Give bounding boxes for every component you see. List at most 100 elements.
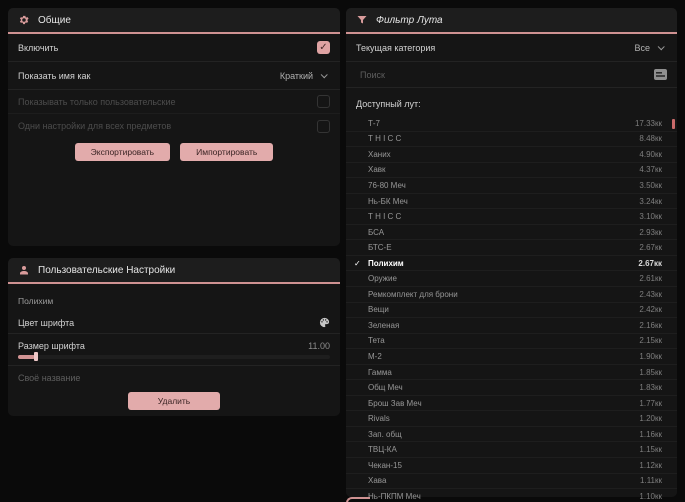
list-item[interactable]: ✓ Зап. общ 1.16кк xyxy=(346,427,677,443)
list-item[interactable]: ✓ Общ Меч 1.83кк xyxy=(346,380,677,396)
loot-filter-panel: Фильтр Лута Текущая категория Все Доступ… xyxy=(346,8,677,501)
list-item[interactable]: ✓ 76-80 Меч 3.50кк xyxy=(346,178,677,194)
loot-item-name: Общ Меч xyxy=(368,383,403,393)
loot-item-value: 1.12кк xyxy=(639,460,662,470)
loot-item-name: 76-80 Меч xyxy=(368,180,406,190)
show-name-value: Краткий xyxy=(279,70,313,81)
only-custom-checkbox[interactable] xyxy=(317,95,330,108)
list-item[interactable]: ✓ Хавк 4.37кк xyxy=(346,163,677,179)
font-color-label: Цвет шрифта xyxy=(18,317,75,328)
delete-row: Удалить xyxy=(8,392,340,410)
delete-button[interactable]: Удалить xyxy=(127,392,221,410)
list-item[interactable]: ✓ Нь-ПКПМ Меч 1.10кк xyxy=(346,489,677,502)
list-item[interactable]: ✓ Оружие 2.61кк xyxy=(346,271,677,288)
loot-item-value: 1.20кк xyxy=(639,414,662,424)
check-icon: ✓ xyxy=(354,258,361,268)
font-size-slider[interactable] xyxy=(18,352,330,361)
loot-item-value: 4.90кк xyxy=(639,149,662,159)
loot-item-name: Хава xyxy=(368,476,387,486)
loot-item-value: 2.43кк xyxy=(639,289,662,299)
custom-settings-title: Пользовательские Настройки xyxy=(38,264,176,276)
list-item[interactable]: ✓ Хава 1.11кк xyxy=(346,474,677,490)
loot-filter-title: Фильтр Лута xyxy=(376,14,443,26)
font-color-row: Цвет шрифта xyxy=(8,312,340,334)
mod-settings-window: Общие Включить ✓ Показать имя как Кратки… xyxy=(0,0,685,502)
list-item[interactable]: ✓ ТВЦ-КА 1.15кк xyxy=(346,442,677,459)
list-item[interactable]: ✓ Брош Зав Меч 1.77кк xyxy=(346,396,677,412)
same-settings-row: Одни настройки для всех предметов xyxy=(8,114,340,138)
loot-item-name: Тета xyxy=(368,336,385,346)
loot-item-name: Ремкомплект для брони xyxy=(368,289,458,299)
list-item[interactable]: ✓ Т-7 17.33кк xyxy=(346,116,677,132)
list-item[interactable]: ✓ М-2 1.90кк xyxy=(346,349,677,365)
general-panel-title: Общие xyxy=(38,14,71,26)
custom-name-row xyxy=(8,366,340,390)
list-item[interactable]: ✓ Т Н I С С 8.48кк xyxy=(346,132,677,148)
slider-handle[interactable] xyxy=(34,352,38,361)
list-item[interactable]: ✓ Вещи 2.42кк xyxy=(346,303,677,319)
same-settings-label: Одни настройки для всех предметов xyxy=(18,121,172,131)
loot-item-name: Чекан-15 xyxy=(368,460,402,470)
loot-item-name: Зеленая xyxy=(368,320,400,330)
loot-item-value: 1.15кк xyxy=(639,445,662,455)
list-item[interactable]: ✓ БТС-Е 2.67кк xyxy=(346,240,677,256)
loot-item-name: Полихим xyxy=(368,258,404,268)
list-item[interactable]: ✓ Ханих 4.90кк xyxy=(346,147,677,163)
loot-item-value: 8.48кк xyxy=(639,134,662,144)
slider-fill xyxy=(18,354,35,359)
loot-item-value: 3.50кк xyxy=(639,180,662,190)
loot-item-name: Ханих xyxy=(368,149,391,159)
enable-checkbox[interactable]: ✓ xyxy=(317,41,330,54)
list-label-row: Доступный лут: xyxy=(346,88,677,112)
funnel-icon xyxy=(356,14,368,26)
category-label: Текущая категория xyxy=(356,42,436,53)
show-name-row: Показать имя как Краткий xyxy=(8,62,340,90)
category-dropdown[interactable]: Все xyxy=(630,40,667,56)
list-item[interactable]: ✓ Тета 2.15кк xyxy=(346,334,677,350)
list-scrollbar-thumb[interactable] xyxy=(672,119,675,129)
palette-icon[interactable] xyxy=(319,317,330,328)
category-value: Все xyxy=(634,42,650,53)
gear-icon xyxy=(18,14,30,26)
font-size-label: Размер шрифта xyxy=(18,340,85,351)
list-item[interactable]: ✓ Чекан-15 1.12кк xyxy=(346,458,677,474)
loot-item-name: Хавк xyxy=(368,165,386,175)
list-item[interactable]: ✓ БСА 2.93кк xyxy=(346,225,677,241)
search-row xyxy=(346,62,677,88)
show-name-dropdown[interactable]: Краткий xyxy=(276,68,330,84)
selected-item-name-row: Полихим xyxy=(8,284,340,312)
list-item[interactable]: ✓ Гамма 1.85кк xyxy=(346,365,677,381)
list-item[interactable]: ✓ Т Н I С С 3.10кк xyxy=(346,209,677,225)
list-item[interactable]: ✓ Ремкомплект для брони 2.43кк xyxy=(346,287,677,303)
loot-item-value: 3.24кк xyxy=(639,196,662,206)
user-settings-icon xyxy=(18,264,30,276)
import-button[interactable]: Импортировать xyxy=(180,143,274,161)
export-button[interactable]: Экспортировать xyxy=(74,143,171,161)
list-item[interactable]: ✓ Нь-БК Меч 3.24кк xyxy=(346,194,677,210)
list-item[interactable]: ✓ Rivals 1.20кк xyxy=(346,411,677,427)
only-custom-row: Показывать только пользовательские xyxy=(8,90,340,114)
search-input[interactable] xyxy=(360,69,580,80)
loot-item-name: Нь-ПКПМ Меч xyxy=(368,491,421,501)
tune-icon[interactable] xyxy=(654,69,667,80)
loot-item-value: 2.67кк xyxy=(639,243,662,253)
category-row: Текущая категория Все xyxy=(346,34,677,62)
loot-item-name: Вещи xyxy=(368,305,389,315)
loot-item-name: Т Н I С С xyxy=(368,212,402,222)
loot-item-value: 3.10кк xyxy=(639,212,662,222)
loot-item-name: ТВЦ-КА xyxy=(368,445,397,455)
loot-item-name: Брош Зав Меч xyxy=(368,398,422,408)
loot-item-value: 1.77кк xyxy=(639,398,662,408)
same-settings-checkbox[interactable] xyxy=(317,119,330,133)
loot-item-value: 2.15кк xyxy=(639,336,662,346)
loot-item-name: Rivals xyxy=(368,414,390,424)
custom-name-input[interactable] xyxy=(18,373,238,383)
loot-filter-header: Фильтр Лута xyxy=(346,8,677,34)
loot-item-value: 1.16кк xyxy=(639,429,662,439)
chevron-down-icon xyxy=(657,43,665,51)
loot-item-value: 1.85кк xyxy=(639,367,662,377)
list-item[interactable]: ✓ Полихим 2.67кк xyxy=(346,256,677,272)
only-custom-label: Показывать только пользовательские xyxy=(18,96,176,107)
loot-item-name: БСА xyxy=(368,227,385,237)
list-item[interactable]: ✓ Зеленая 2.16кк xyxy=(346,318,677,334)
